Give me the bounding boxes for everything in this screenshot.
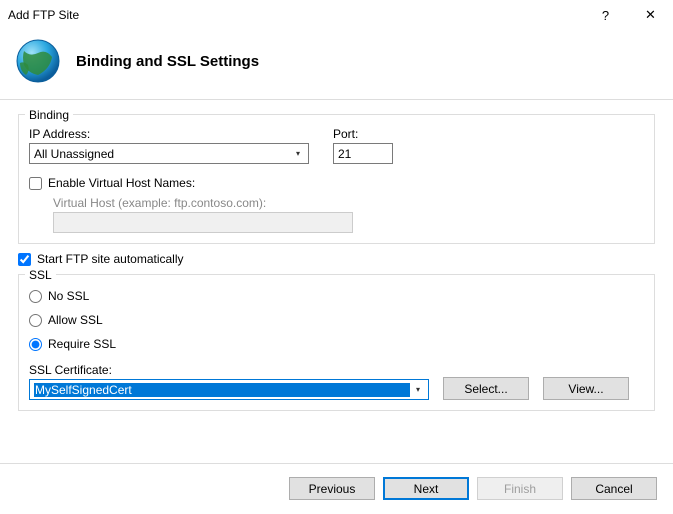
virtual-host-input: [53, 212, 353, 233]
select-cert-button[interactable]: Select...: [443, 377, 529, 400]
ssl-option-no[interactable]: No SSL: [29, 289, 644, 303]
binding-group: Binding IP Address: All Unassigned ▾ Por…: [18, 114, 655, 244]
cancel-button[interactable]: Cancel: [571, 477, 657, 500]
ip-address-combo[interactable]: All Unassigned ▾: [29, 143, 309, 164]
no-ssl-radio[interactable]: [29, 290, 42, 303]
ip-address-label: IP Address:: [29, 127, 309, 141]
require-ssl-radio[interactable]: [29, 338, 42, 351]
chevron-down-icon: ▾: [410, 385, 426, 394]
window-title: Add FTP Site: [8, 8, 583, 22]
ssl-cert-combo[interactable]: MySelfSignedCert ▾: [29, 379, 429, 400]
enable-vh-checkbox[interactable]: [29, 177, 42, 190]
auto-start-row[interactable]: Start FTP site automatically: [18, 252, 655, 266]
page-title: Binding and SSL Settings: [76, 53, 259, 70]
next-button[interactable]: Next: [383, 477, 469, 500]
finish-button: Finish: [477, 477, 563, 500]
auto-start-label: Start FTP site automatically: [37, 252, 184, 266]
chevron-down-icon: ▾: [290, 149, 306, 158]
auto-start-checkbox[interactable]: [18, 253, 31, 266]
allow-ssl-radio[interactable]: [29, 314, 42, 327]
enable-vh-row[interactable]: Enable Virtual Host Names:: [29, 176, 644, 190]
footer-divider: [0, 463, 673, 464]
titlebar: Add FTP Site ? ✕: [0, 0, 673, 31]
globe-icon: [14, 37, 62, 85]
ssl-cert-value: MySelfSignedCert: [34, 383, 410, 397]
ssl-option-require[interactable]: Require SSL: [29, 337, 644, 351]
virtual-host-label: Virtual Host (example: ftp.contoso.com):: [53, 196, 644, 210]
enable-vh-label: Enable Virtual Host Names:: [48, 176, 195, 190]
port-input[interactable]: [333, 143, 393, 164]
port-label: Port:: [333, 127, 393, 141]
view-cert-button[interactable]: View...: [543, 377, 629, 400]
ssl-group: SSL No SSL Allow SSL Require SSL SSL: [18, 274, 655, 411]
ssl-cert-label: SSL Certificate:: [29, 363, 429, 377]
ip-address-value: All Unassigned: [34, 147, 290, 161]
help-button[interactable]: ?: [583, 0, 628, 30]
previous-button[interactable]: Previous: [289, 477, 375, 500]
ssl-option-allow[interactable]: Allow SSL: [29, 313, 644, 327]
wizard-header: Binding and SSL Settings: [0, 31, 673, 99]
wizard-footer: Previous Next Finish Cancel: [0, 467, 673, 514]
binding-legend: Binding: [25, 108, 73, 122]
ssl-legend: SSL: [25, 268, 56, 282]
close-button[interactable]: ✕: [628, 0, 673, 30]
